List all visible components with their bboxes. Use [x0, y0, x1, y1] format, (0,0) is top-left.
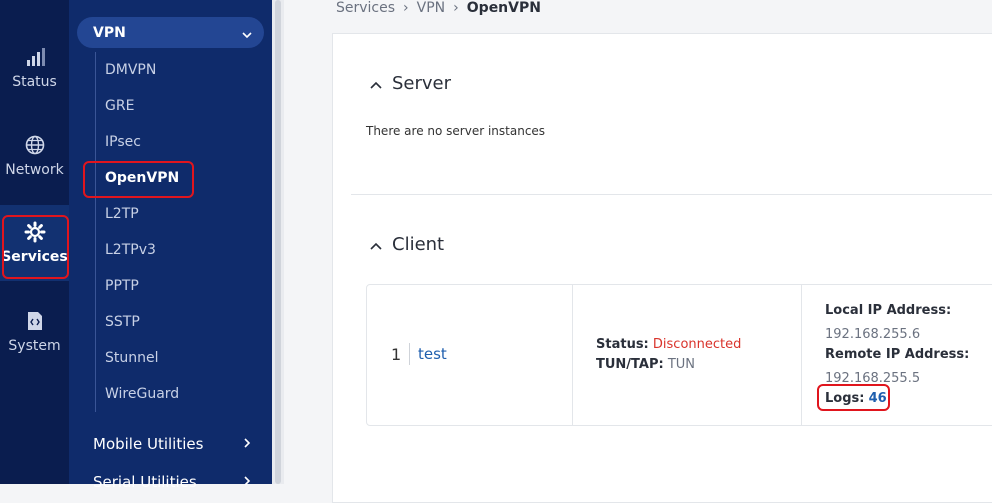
remote-ip-label: Remote IP Address:	[825, 347, 969, 362]
system-chip-icon	[26, 310, 44, 332]
submenu-tree-line	[95, 52, 96, 412]
breadcrumb-current: OpenVPN	[466, 0, 541, 16]
signal-bars-icon	[25, 46, 45, 68]
rail-label: System	[8, 338, 61, 354]
submenu-group-mobile-utilities[interactable]: Mobile Utilities	[93, 435, 251, 453]
highlight-services	[2, 215, 69, 279]
submenu-item-l2tp[interactable]: L2TP	[105, 206, 139, 222]
tuntap-field: TUN/TAP: TUN	[596, 357, 695, 372]
tuntap-value: TUN	[667, 357, 696, 372]
server-empty-message: There are no server instances	[366, 124, 546, 138]
rail-label: Network	[5, 162, 64, 178]
tuntap-label: TUN/TAP:	[596, 357, 664, 372]
rail-item-network[interactable]: Network	[0, 118, 69, 194]
scrollbar-thumb[interactable]	[275, 0, 281, 484]
status-label: Status:	[596, 337, 649, 352]
breadcrumb: Services › VPN › OpenVPN	[336, 0, 541, 16]
server-section-header[interactable]: Server	[370, 73, 451, 94]
chevron-right-icon	[243, 435, 251, 453]
rail-item-system[interactable]: System	[0, 294, 69, 370]
chevron-up-icon	[370, 73, 382, 94]
instance-name-link[interactable]: test	[418, 345, 447, 363]
chevron-up-icon	[370, 234, 382, 255]
chevron-down-icon	[242, 27, 252, 43]
index-separator	[409, 343, 410, 365]
breadcrumb-separator-icon: ›	[403, 0, 409, 16]
section-label: VPN	[93, 24, 126, 41]
submenu-item-sstp[interactable]: SSTP	[105, 314, 140, 330]
highlight-logs	[817, 384, 890, 411]
section-divider	[351, 194, 992, 195]
status-field: Status: Disconnected	[596, 337, 741, 352]
submenu-item-ipsec[interactable]: IPsec	[105, 134, 141, 150]
submenu-item-wireguard[interactable]: WireGuard	[105, 386, 179, 402]
cell-divider	[572, 285, 573, 425]
submenu-item-dmvpn[interactable]: DMVPN	[105, 62, 156, 78]
submenu-item-gre[interactable]: GRE	[105, 98, 134, 114]
local-ip-label-text: Local IP Address:	[825, 303, 952, 318]
chevron-right-icon	[243, 473, 251, 491]
rail-label: Status	[12, 74, 57, 90]
group-label: Serial Utilities	[93, 473, 197, 491]
group-label: Mobile Utilities	[93, 435, 204, 453]
local-ip-label: Local IP Address:	[825, 303, 951, 318]
main-card: Server There are no server instances Cli…	[332, 33, 992, 503]
submenu-group-serial-utilities[interactable]: Serial Utilities	[93, 473, 251, 491]
local-ip-value: 192.168.255.6	[825, 327, 921, 342]
remote-ip-label-text: Remote IP Address:	[825, 347, 970, 362]
globe-icon	[25, 134, 45, 156]
breadcrumb-services[interactable]: Services	[336, 0, 395, 16]
status-value: Disconnected	[652, 337, 742, 352]
submenu-item-l2tpv3[interactable]: L2TPv3	[105, 242, 156, 258]
submenu-section-vpn[interactable]: VPN	[77, 17, 264, 48]
section-title: Server	[392, 73, 452, 94]
submenu-item-pptp[interactable]: PPTP	[105, 278, 139, 294]
breadcrumb-vpn[interactable]: VPN	[417, 0, 446, 16]
instance-index: 1	[391, 345, 402, 364]
client-section-header[interactable]: Client	[370, 234, 444, 255]
submenu-panel: VPN DMVPN GRE IPsec OpenVPN L2TP L2TPv3 …	[69, 0, 272, 491]
rail-item-status[interactable]: Status	[0, 30, 69, 106]
submenu-scrollbar[interactable]	[272, 0, 284, 484]
submenu-item-stunnel[interactable]: Stunnel	[105, 350, 159, 366]
client-instance-row: 1 test Status: Disconnected TUN/TAP: TUN…	[366, 284, 992, 426]
cell-divider	[801, 285, 802, 425]
breadcrumb-separator-icon: ›	[453, 0, 459, 16]
highlight-openvpn	[83, 161, 194, 198]
section-title: Client	[392, 234, 445, 255]
